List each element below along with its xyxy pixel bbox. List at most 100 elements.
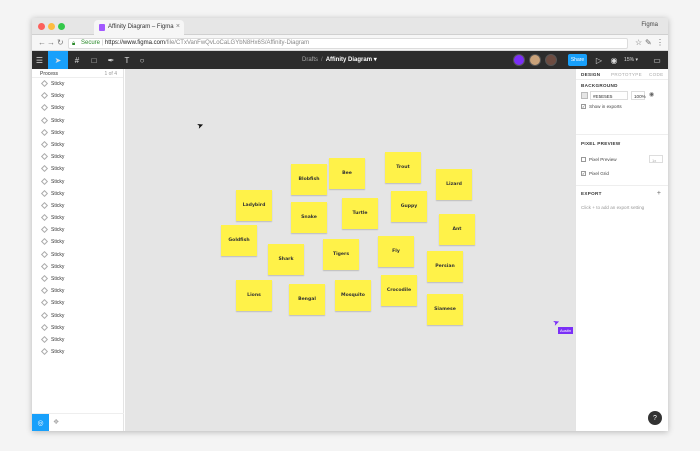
sticky-note[interactable]: Turtle [342, 198, 378, 229]
close-window-button[interactable] [38, 23, 45, 30]
file-name[interactable]: Affinity Diagram ▾ [326, 57, 377, 63]
layer-name: Sticky [51, 251, 65, 258]
sticky-note[interactable]: Tigers [323, 239, 359, 270]
layer-row[interactable]: Sticky [32, 163, 123, 175]
components-tab-icon[interactable]: ❖ [53, 418, 59, 426]
layer-row[interactable]: Sticky [32, 334, 123, 346]
sticky-note[interactable]: Trout [385, 152, 421, 183]
layer-row[interactable]: Sticky [32, 212, 123, 224]
move-tool-icon[interactable]: ➤ [48, 51, 68, 69]
sticky-note[interactable]: Shark [268, 244, 304, 275]
sticky-note[interactable]: Snake [291, 202, 327, 233]
sticky-note[interactable]: Lions [236, 280, 272, 311]
layer-row[interactable]: Sticky [32, 346, 123, 358]
background-opacity-input[interactable]: 100% [631, 91, 646, 100]
layer-row[interactable]: Sticky [32, 176, 123, 188]
component-instance-icon [40, 153, 49, 161]
tab-code[interactable]: CODE [649, 72, 663, 77]
pixel-preview-scale-select[interactable]: 1x [649, 155, 663, 163]
sticky-note[interactable]: Mosquito [335, 280, 371, 311]
show-in-exports-label: Show in exports [589, 104, 622, 109]
layers-tab-icon[interactable]: ◎ [32, 414, 49, 431]
layer-row[interactable]: Sticky [32, 224, 123, 236]
sticky-note[interactable]: Crocodile [381, 275, 417, 306]
browser-menu-icon[interactable]: ⋮ [656, 38, 664, 47]
tab-close-icon[interactable]: × [176, 23, 180, 30]
layer-name: Sticky [51, 324, 65, 331]
sticky-note[interactable]: Persian [427, 251, 463, 282]
pixel-grid-checkbox[interactable]: ✓ [581, 171, 586, 176]
view-settings-icon[interactable]: ◉ [608, 51, 620, 69]
layer-row[interactable]: Sticky [32, 115, 123, 127]
collaborator-avatar[interactable] [513, 54, 525, 66]
background-swatch[interactable] [581, 92, 588, 99]
sticky-note[interactable]: Fly [378, 236, 414, 267]
help-button[interactable]: ? [648, 411, 662, 425]
rectangle-tool-icon[interactable]: □ [86, 51, 102, 69]
present-icon[interactable]: ▷ [592, 51, 606, 69]
collaborator-avatar[interactable] [529, 54, 541, 66]
browser-profile-name[interactable]: Figma [641, 22, 658, 28]
sticky-note[interactable]: Siamese [427, 294, 463, 325]
zoom-dropdown[interactable]: 15% ▾ [621, 51, 641, 69]
layer-row[interactable]: Sticky [32, 285, 123, 297]
layer-row[interactable]: Sticky [32, 139, 123, 151]
layer-row[interactable]: Sticky [32, 297, 123, 309]
layer-row[interactable]: Sticky [32, 90, 123, 102]
layer-row[interactable]: Sticky [32, 127, 123, 139]
background-hex-input[interactable]: #E5E5E5 [590, 91, 628, 100]
browser-window: Affinity Diagram – Figma × Figma ← → ↻ 🔒… [32, 18, 668, 431]
tab-title: Affinity Diagram – Figma [108, 24, 174, 30]
frame-tool-icon[interactable]: # [69, 51, 85, 69]
sticky-note[interactable]: Bee [329, 158, 365, 189]
maximize-window-button[interactable] [58, 23, 65, 30]
sticky-note[interactable]: Goldfish [221, 225, 257, 256]
layer-row[interactable]: Sticky [32, 310, 123, 322]
layer-row[interactable]: Sticky [32, 188, 123, 200]
layer-row[interactable]: Sticky [32, 322, 123, 334]
sticky-note[interactable]: Lizard [436, 169, 472, 200]
back-icon[interactable]: ← [38, 38, 46, 47]
layer-row[interactable]: Sticky [32, 249, 123, 261]
forward-icon[interactable]: → [47, 38, 55, 47]
extension-icon[interactable]: ✎ [645, 38, 652, 47]
url-field[interactable]: 🔒︎ Secure | https://www.figma.com/file/C… [68, 38, 628, 49]
page-selector[interactable]: Process 1 of 4 [32, 69, 123, 78]
text-tool-icon[interactable]: T [120, 51, 134, 69]
tab-prototype[interactable]: PROTOTYPE [611, 72, 642, 77]
show-in-exports-checkbox[interactable]: ✓ [581, 104, 586, 109]
eye-icon[interactable]: ◉ [649, 91, 654, 98]
component-instance-icon [40, 335, 49, 343]
sticky-note[interactable]: Bengal [289, 284, 325, 315]
layer-row[interactable]: Sticky [32, 151, 123, 163]
layer-row[interactable]: Sticky [32, 200, 123, 212]
comment-tool-icon[interactable]: ○ [135, 51, 149, 69]
sticky-note[interactable]: Ladybird [236, 190, 272, 221]
drafts-link[interactable]: Drafts [302, 57, 318, 63]
library-icon[interactable]: ▭ [650, 51, 664, 69]
tab-design[interactable]: DESIGN [581, 72, 600, 77]
layer-row[interactable]: Sticky [32, 236, 123, 248]
layer-row[interactable]: Sticky [32, 102, 123, 114]
share-button[interactable]: Share [568, 54, 587, 66]
bookmark-star-icon[interactable]: ☆ [635, 38, 642, 47]
layer-name: Sticky [51, 336, 65, 343]
main-menu-icon[interactable]: ☰ [32, 51, 47, 69]
minimize-window-button[interactable] [48, 23, 55, 30]
layer-row[interactable]: Sticky [32, 261, 123, 273]
sticky-note[interactable]: Blobfish [291, 164, 327, 195]
reload-icon[interactable]: ↻ [57, 38, 64, 47]
layer-row[interactable]: Sticky [32, 273, 123, 285]
pen-tool-icon[interactable]: ✒ [103, 51, 119, 69]
component-instance-icon [40, 311, 49, 319]
sticky-note[interactable]: Guppy [391, 191, 427, 222]
design-canvas[interactable]: Blobfish Bee Trout Lizard Ladybird Snake Turtl… [125, 69, 575, 431]
sticky-note[interactable]: Ant [439, 214, 475, 245]
layer-row[interactable]: Sticky [32, 78, 123, 90]
component-instance-icon [40, 189, 49, 197]
component-instance-icon [40, 274, 49, 283]
pixel-preview-checkbox[interactable] [581, 157, 586, 162]
collaborator-avatar[interactable] [545, 54, 557, 66]
add-export-icon[interactable]: + [657, 190, 661, 197]
browser-tab[interactable]: Affinity Diagram – Figma × [94, 20, 184, 35]
